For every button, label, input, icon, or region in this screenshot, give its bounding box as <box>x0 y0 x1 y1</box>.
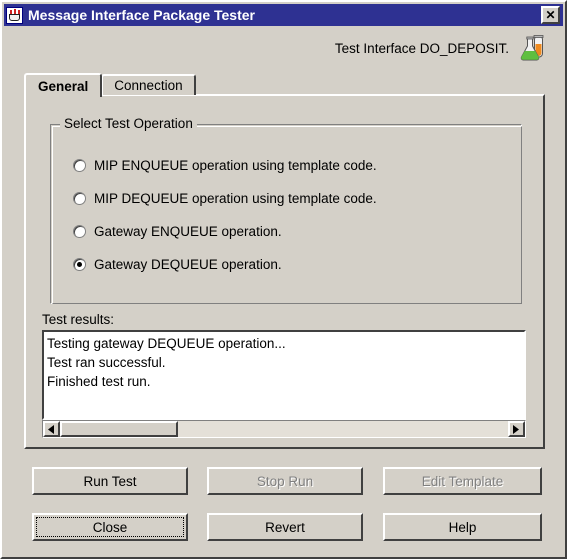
revert-button[interactable]: Revert <box>207 513 363 541</box>
tab-general[interactable]: General <box>24 73 103 97</box>
close-icon: ✕ <box>545 8 556 22</box>
scroll-left-button[interactable] <box>43 421 60 437</box>
edit-template-button[interactable]: Edit Template <box>383 467 542 495</box>
radio-gateway-enqueue[interactable]: Gateway ENQUEUE operation. <box>73 224 282 239</box>
radio-gateway-dequeue-label: Gateway DEQUEUE operation. <box>94 257 282 272</box>
group-title: Select Test Operation <box>60 116 197 131</box>
edit-template-label: Edit Template <box>421 473 504 489</box>
tab-general-label: General <box>38 78 89 94</box>
tab-connection-label: Connection <box>114 78 183 93</box>
dialog-window: Message Interface Package Tester ✕ Test … <box>0 0 567 559</box>
close-dialog-label: Close <box>92 519 128 535</box>
tab-strip: General Connection <box>24 73 196 97</box>
radio-gateway-enqueue-label: Gateway ENQUEUE operation. <box>94 224 282 239</box>
radio-gateway-enqueue-mark[interactable] <box>73 225 86 238</box>
revert-label: Revert <box>265 519 305 535</box>
close-button[interactable]: ✕ <box>541 6 560 24</box>
radio-gateway-dequeue[interactable]: Gateway DEQUEUE operation. <box>73 257 282 272</box>
radio-mip-enqueue-label: MIP ENQUEUE operation using template cod… <box>94 158 377 173</box>
radio-mip-dequeue-mark[interactable] <box>73 192 86 205</box>
radio-mip-dequeue[interactable]: MIP DEQUEUE operation using template cod… <box>73 191 377 206</box>
test-results-output[interactable]: Testing gateway DEQUEUE operation... Tes… <box>42 330 526 420</box>
interface-header: Test Interface DO_DEPOSIT. <box>335 33 547 63</box>
scroll-right-button[interactable] <box>508 421 525 437</box>
help-button[interactable]: Help <box>383 513 542 541</box>
interface-label: Test Interface DO_DEPOSIT. <box>334 40 509 56</box>
help-label: Help <box>448 519 477 535</box>
stop-run-label: Stop Run <box>256 473 314 489</box>
flask-icon <box>517 33 547 63</box>
test-results-text: Testing gateway DEQUEUE operation... Tes… <box>47 336 286 389</box>
run-test-button[interactable]: Run Test <box>32 467 188 495</box>
scrollbar-thumb[interactable] <box>60 421 178 437</box>
run-test-label: Run Test <box>83 473 137 489</box>
results-horizontal-scrollbar[interactable] <box>42 420 526 438</box>
radio-mip-dequeue-label: MIP DEQUEUE operation using template cod… <box>94 191 377 206</box>
tab-panel-general: Select Test Operation MIP ENQUEUE operat… <box>24 94 545 449</box>
test-results-label: Test results: <box>42 312 115 327</box>
scrollbar-track[interactable] <box>60 421 508 437</box>
radio-mip-enqueue-mark[interactable] <box>73 159 86 172</box>
window-title: Message Interface Package Tester <box>28 7 255 23</box>
close-dialog-button[interactable]: Close <box>32 513 188 541</box>
title-bar: Message Interface Package Tester ✕ <box>4 4 563 26</box>
select-test-operation-group: Select Test Operation MIP ENQUEUE operat… <box>50 116 522 304</box>
tab-connection[interactable]: Connection <box>101 74 196 95</box>
stop-run-button[interactable]: Stop Run <box>207 467 363 495</box>
java-cup-icon <box>6 6 23 24</box>
radio-gateway-dequeue-mark[interactable] <box>73 258 86 271</box>
radio-mip-enqueue[interactable]: MIP ENQUEUE operation using template cod… <box>73 158 377 173</box>
